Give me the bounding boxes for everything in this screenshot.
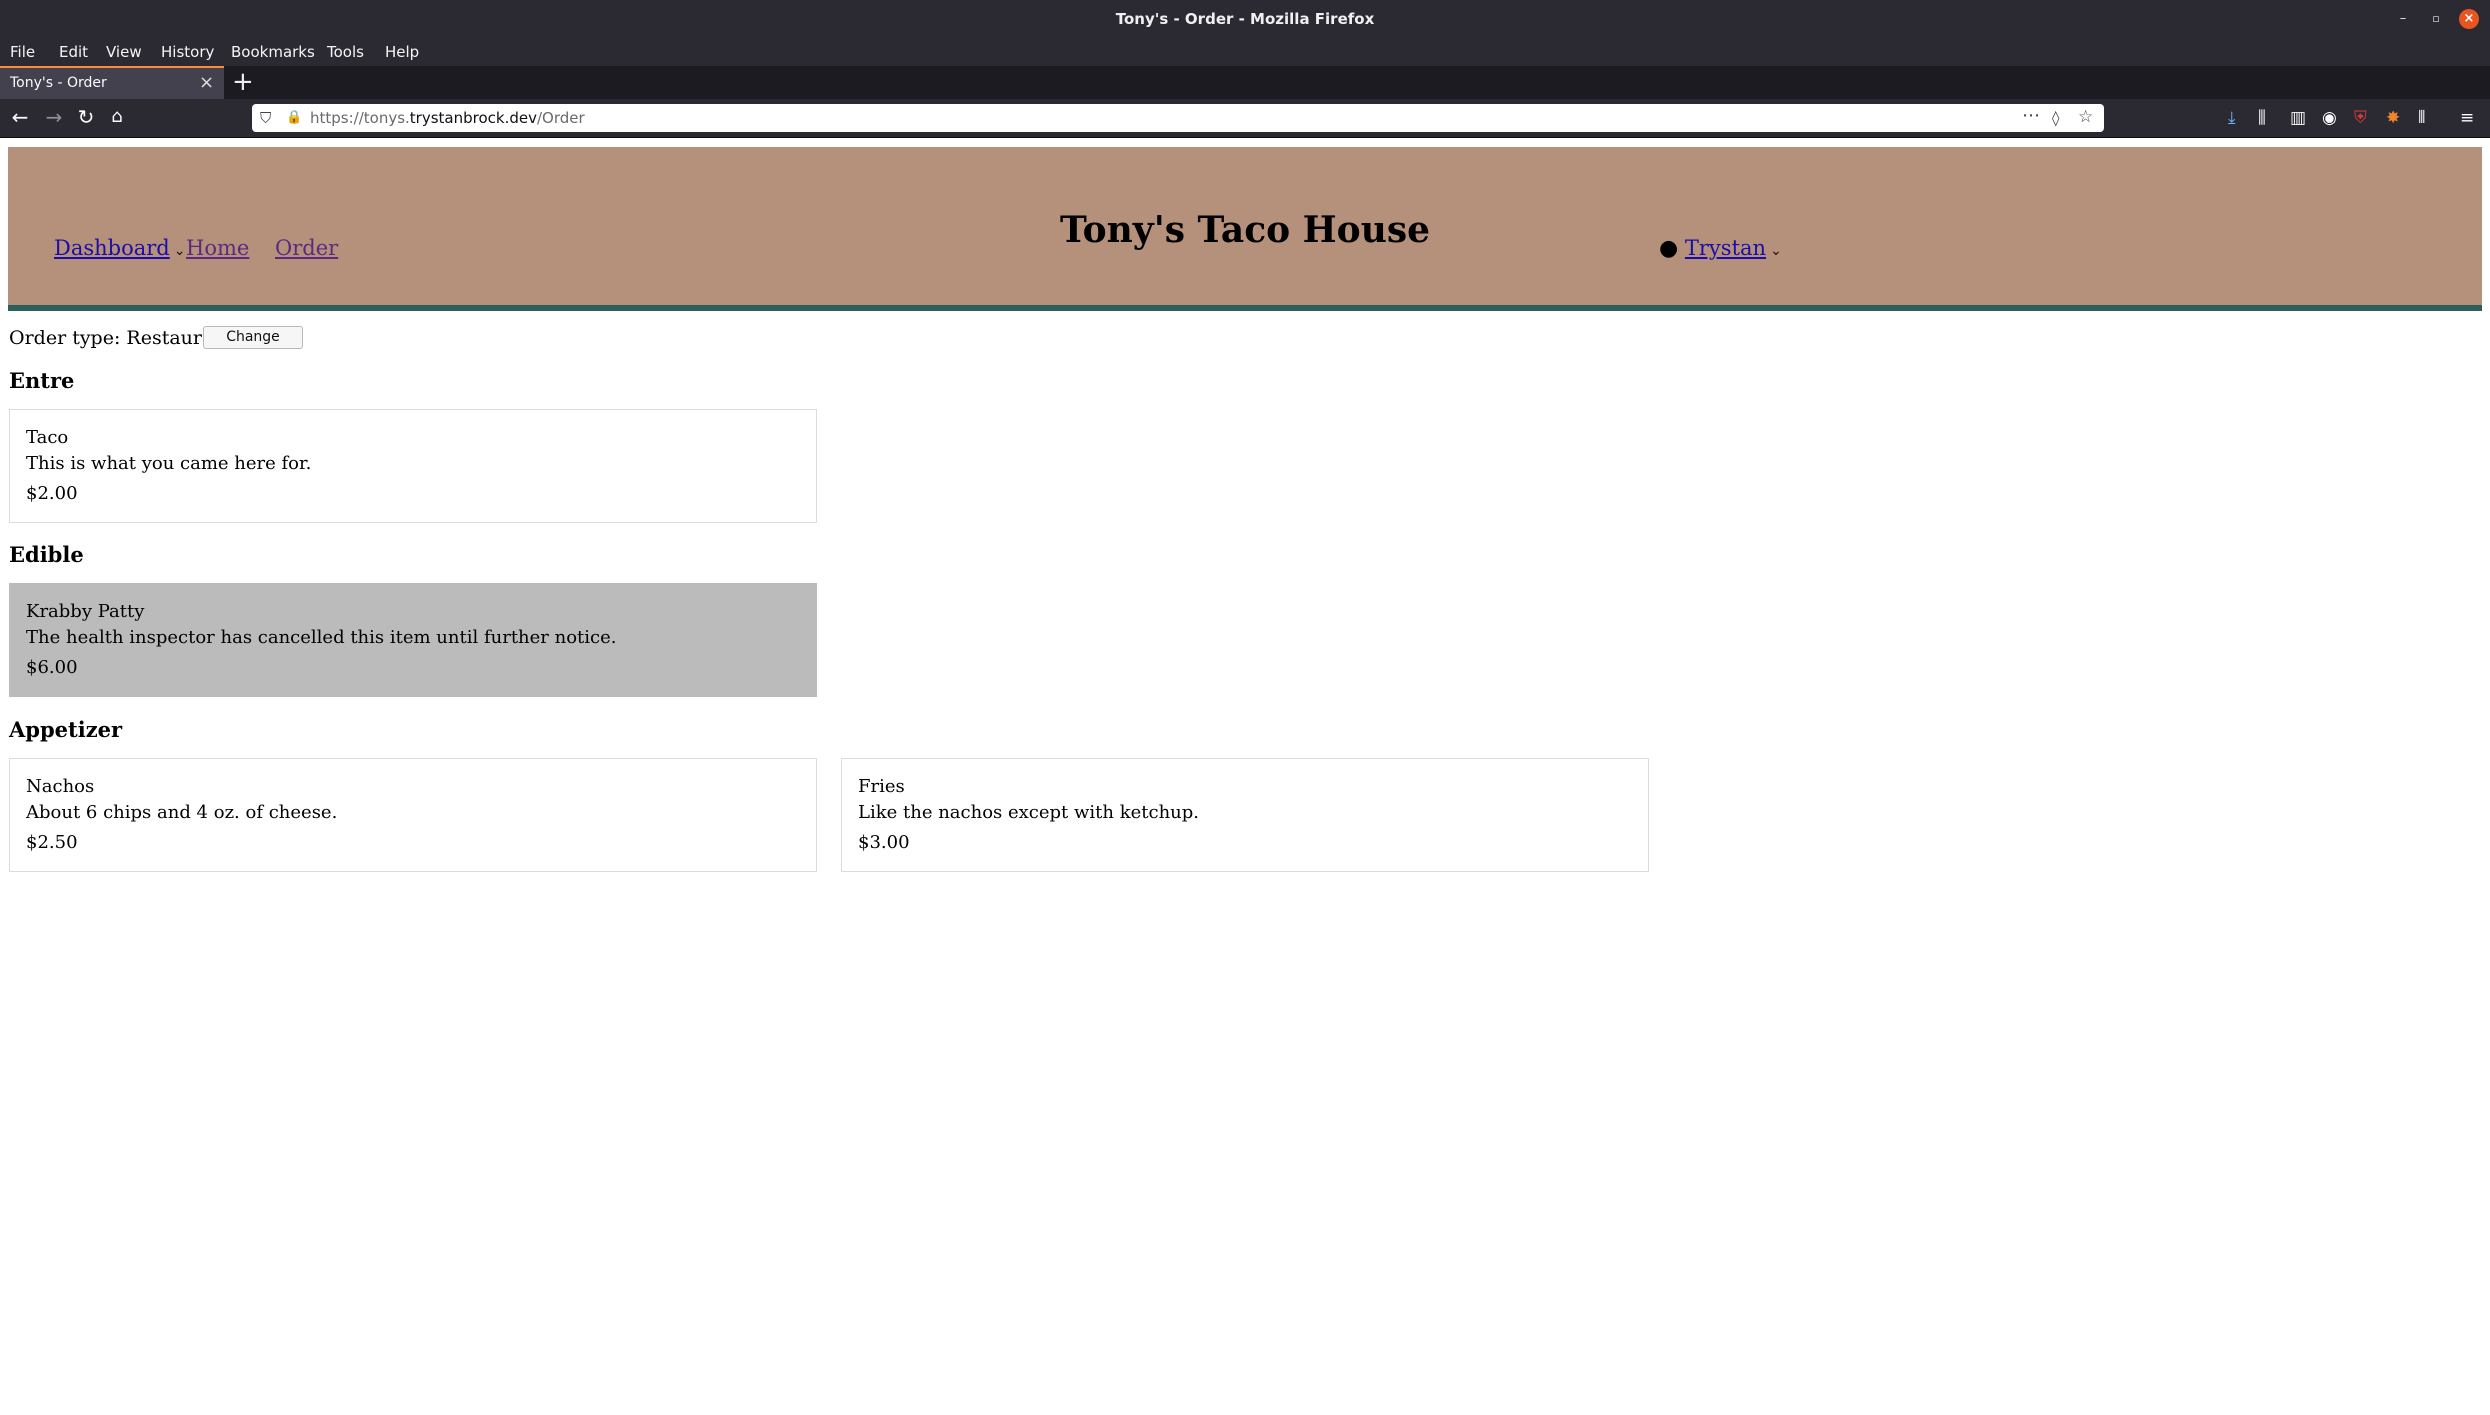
menu-item-card[interactable]: Fries Like the nachos except with ketchu…	[841, 758, 1649, 872]
shield-icon[interactable]: ⛉	[260, 108, 271, 128]
reload-icon[interactable]: ↻	[72, 105, 100, 129]
sidebar-icon[interactable]: ▥	[2290, 107, 2306, 129]
menu-bar: File Edit View History Bookmarks Tools H…	[0, 39, 2490, 66]
item-price: $6.00	[26, 657, 78, 678]
section-title-appetizer: Appetizer	[9, 717, 123, 742]
bookmark-star-icon[interactable]: ☆	[2078, 107, 2093, 127]
close-tab-icon[interactable]: ×	[199, 72, 214, 93]
item-price: $2.50	[26, 832, 78, 853]
metamask-icon[interactable]: ✸	[2386, 107, 2400, 129]
menu-item-card[interactable]: Taco This is what you came here for. $2.…	[9, 409, 817, 523]
item-name: Nachos	[26, 776, 95, 797]
menu-item-card-disabled: Krabby Patty The health inspector has ca…	[9, 583, 817, 697]
site-header: Dashboard ⌄ Home Order Tony's Taco House …	[8, 147, 2482, 311]
user-circle-icon: ●	[1659, 236, 1679, 261]
menu-file[interactable]: File	[10, 39, 35, 66]
user-name[interactable]: Trystan	[1685, 236, 1766, 260]
item-description: The health inspector has cancelled this …	[26, 627, 617, 648]
window-titlebar: Tony's - Order - Mozilla Firefox – ▫ ×	[0, 0, 2490, 39]
new-tab-icon[interactable]: +	[232, 67, 254, 97]
back-icon[interactable]: ←	[6, 105, 34, 129]
url-text[interactable]: https://tonys.trystanbrock.dev/Order	[310, 104, 585, 132]
menu-item-card[interactable]: Nachos About 6 chips and 4 oz. of cheese…	[9, 758, 817, 872]
ublock-icon[interactable]: ⛨	[2354, 107, 2367, 129]
menu-tools[interactable]: Tools	[327, 39, 364, 66]
downloads-icon[interactable]: ⤓	[2228, 107, 2236, 129]
section-title-edible: Edible	[9, 542, 84, 567]
page-content: Dashboard ⌄ Home Order Tony's Taco House …	[0, 138, 2490, 1415]
menu-history[interactable]: History	[161, 39, 214, 66]
url-domain: trystanbrock.dev	[409, 109, 537, 127]
menu-view[interactable]: View	[106, 39, 142, 66]
item-description: This is what you came here for.	[26, 453, 312, 474]
forward-icon[interactable]: →	[40, 105, 68, 129]
library-icon[interactable]: ⫼	[2258, 107, 2266, 129]
hamburger-menu-icon[interactable]: ≡	[2460, 107, 2474, 129]
close-window-icon[interactable]: ×	[2459, 9, 2479, 29]
minimize-icon[interactable]: –	[2393, 9, 2413, 29]
menu-bookmarks[interactable]: Bookmarks	[231, 39, 315, 66]
page-actions-icon[interactable]: ⋯	[2022, 106, 2040, 126]
tab-strip: Tony's - Order × +	[0, 66, 2490, 99]
item-description: About 6 chips and 4 oz. of cheese.	[26, 802, 338, 823]
maximize-icon[interactable]: ▫	[2426, 9, 2446, 29]
url-path: /Order	[536, 109, 585, 127]
menu-edit[interactable]: Edit	[59, 39, 88, 66]
url-prefix: https://tonys.	[310, 109, 410, 127]
order-type-label: Order type: Restaurant	[9, 327, 234, 349]
item-name: Taco	[26, 427, 69, 448]
item-name: Fries	[858, 776, 905, 797]
lock-icon[interactable]: 🔒	[286, 108, 302, 128]
item-description: Like the nachos except with ketchup.	[858, 802, 1200, 823]
chevron-down-icon: ⌄	[1770, 243, 1782, 259]
item-price: $2.00	[26, 483, 78, 504]
pocket-icon[interactable]: ◊	[2052, 108, 2059, 128]
nav-toolbar: ← → ↻ ⌂ ⛉ 🔒 https://tonys.trystanbrock.d…	[0, 99, 2490, 138]
user-menu[interactable]: ● Trystan ⌄	[1659, 236, 1782, 261]
home-icon[interactable]: ⌂	[103, 105, 131, 129]
url-bar[interactable]: ⛉ 🔒 https://tonys.trystanbrock.dev/Order…	[252, 104, 2104, 132]
account-icon[interactable]: ◉	[2322, 107, 2337, 129]
change-order-type-button[interactable]: Change	[203, 326, 303, 349]
item-name: Krabby Patty	[26, 601, 145, 622]
menu-help[interactable]: Help	[385, 39, 419, 66]
window-title: Tony's - Order - Mozilla Firefox	[1115, 10, 1375, 28]
tab-label: Tony's - Order	[10, 75, 107, 91]
item-price: $3.00	[858, 832, 910, 853]
extension-icon[interactable]: ⦀	[2418, 107, 2425, 129]
site-title: Tony's Taco House	[1059, 209, 1431, 251]
section-title-entre: Entre	[9, 368, 75, 393]
tab-order[interactable]: Tony's - Order ×	[0, 66, 224, 99]
